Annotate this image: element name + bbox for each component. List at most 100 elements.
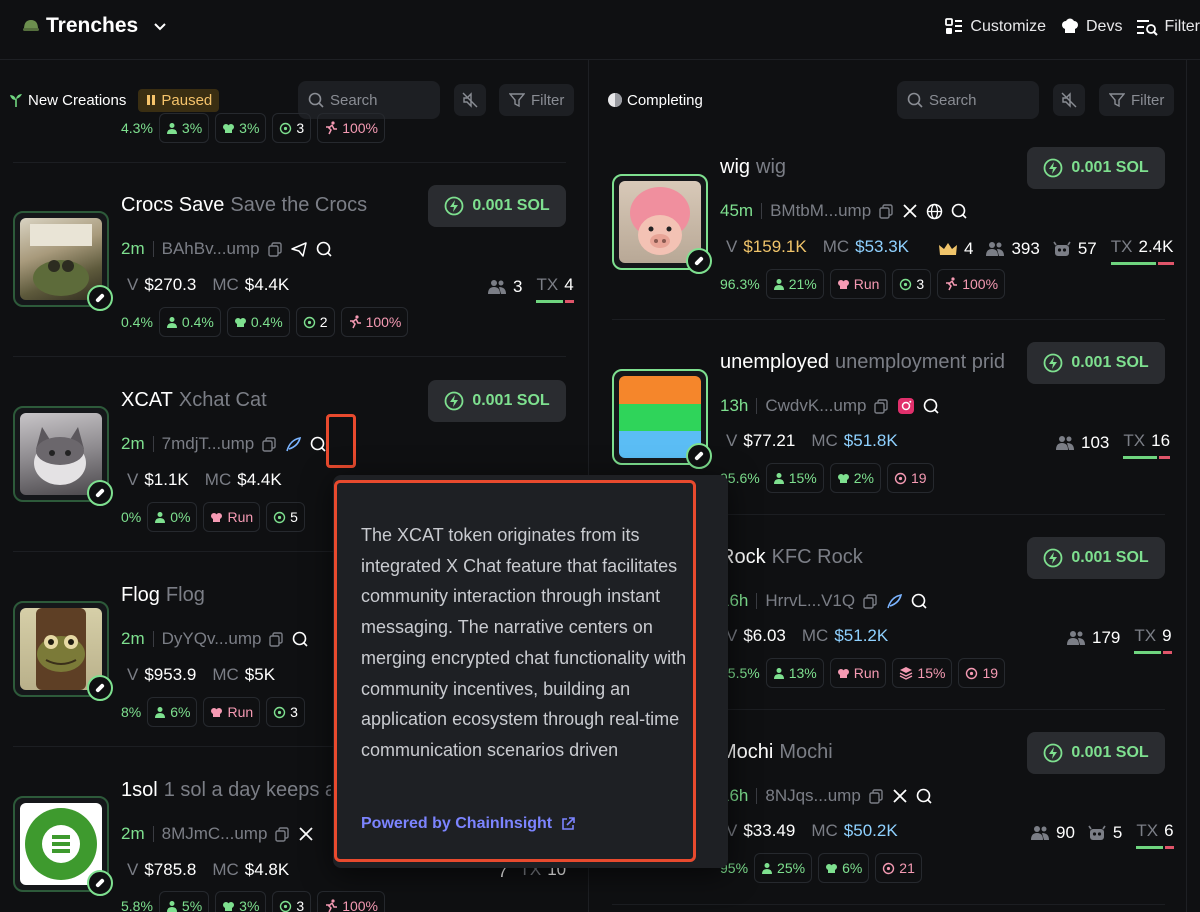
token-address[interactable]: 8MJmC...ump (162, 824, 268, 844)
copy-icon[interactable] (869, 788, 884, 804)
right-filter-button[interactable]: Filter (1099, 84, 1175, 116)
search-icon[interactable] (911, 593, 928, 610)
search-icon[interactable] (916, 788, 933, 805)
token-avatar[interactable] (13, 796, 113, 896)
copy-icon[interactable] (879, 203, 894, 219)
quick-buy-button[interactable]: 0.001 SOL (428, 380, 566, 422)
devs-button[interactable]: Devs (1060, 17, 1122, 37)
quick-buy-button[interactable]: 0.001 SOL (1027, 147, 1165, 189)
token-avatar[interactable] (13, 406, 113, 506)
paused-badge[interactable]: Paused (138, 88, 220, 112)
token-name[interactable]: XCAT Xchat Cat (121, 389, 267, 412)
token-price-row: V $785.8 MC $4.8K (127, 860, 290, 879)
holder-badge: 13% (765, 658, 824, 688)
dev-run-badge: Run (203, 697, 261, 727)
globe-icon[interactable] (926, 203, 943, 220)
customize-button[interactable]: Customize (944, 17, 1046, 37)
token-meta-row: 13h CwdvK...ump (720, 396, 940, 416)
instagram-icon[interactable] (897, 397, 915, 415)
chef-hat-icon (1060, 17, 1080, 37)
token-meta-row: 16h HrrvL...V1Q (720, 591, 928, 611)
highlight-box (326, 414, 356, 468)
powered-by-link[interactable]: Powered by ChainInsight (361, 815, 576, 833)
chef-hat-icon (222, 122, 235, 134)
token-address[interactable]: BAhBv...ump (162, 239, 260, 259)
dev-badge: 3% (215, 891, 267, 912)
x-icon[interactable] (902, 203, 918, 219)
token-avatar[interactable] (612, 369, 712, 469)
quick-buy-button[interactable]: 0.001 SOL (1027, 342, 1165, 384)
token-name[interactable]: Crocs Save Save the Crocs (121, 194, 367, 217)
token-badges: 95.6% 15% 2% 19 (720, 463, 934, 493)
bundle-badge: 15% (892, 658, 953, 688)
search-icon[interactable] (923, 398, 940, 415)
token-name[interactable]: Flog Flog (121, 584, 205, 607)
token-image (619, 376, 701, 458)
right-mute-button[interactable] (1053, 84, 1085, 116)
feather-icon[interactable] (285, 436, 302, 453)
search-icon (907, 92, 923, 108)
right-search-input[interactable]: Search (897, 81, 1039, 119)
token-image (20, 608, 102, 690)
token-name[interactable]: unemployed unemployment prid (720, 351, 1025, 374)
token-address[interactable]: CwdvK...ump (765, 396, 866, 416)
lightning-icon (1043, 743, 1063, 763)
search-placeholder: Search (330, 91, 378, 109)
token-avatar[interactable] (13, 601, 113, 701)
token-badges: 95.5% 13% Run 15% 19 (720, 658, 1006, 688)
left-mute-button[interactable] (454, 84, 486, 116)
holder-badge: 0% (147, 502, 198, 532)
bot-icon (1052, 241, 1072, 257)
filter-label: Filter (1131, 91, 1165, 109)
quick-buy-button[interactable]: 0.001 SOL (1027, 537, 1165, 579)
token-image (20, 803, 102, 885)
copy-icon[interactable] (275, 826, 290, 842)
copy-icon[interactable] (269, 631, 284, 647)
token-name[interactable]: Mochi Mochi (720, 741, 833, 764)
external-link-icon (560, 816, 576, 832)
buy-sell-bar (1134, 651, 1172, 654)
search-icon[interactable] (316, 241, 333, 258)
search-icon[interactable] (951, 203, 968, 220)
token-avatar[interactable] (13, 211, 113, 311)
trenches-dropdown[interactable]: Trenches (22, 14, 168, 38)
chef-hat-icon (837, 667, 850, 679)
token-badges: 8% 6% Run 3 (121, 697, 305, 727)
token-address[interactable]: 7mdjT...ump (162, 434, 255, 454)
quick-buy-button[interactable]: 0.001 SOL (1027, 732, 1165, 774)
search-icon[interactable] (310, 436, 327, 453)
token-name[interactable]: wig wig (720, 156, 786, 179)
copy-icon[interactable] (863, 593, 878, 609)
x-icon[interactable] (298, 826, 314, 842)
copy-icon[interactable] (874, 398, 889, 414)
copy-icon[interactable] (262, 436, 277, 452)
left-filter-button[interactable]: Filter (499, 84, 575, 116)
token-price-row: V $6.03 MC $51.2K (726, 626, 889, 645)
token-avatar[interactable] (612, 174, 712, 274)
telegram-icon[interactable] (290, 241, 308, 258)
copy-icon[interactable] (267, 241, 283, 257)
top10-value: 0% (121, 509, 142, 525)
filter-search-icon (1136, 17, 1159, 37)
top-filter-button[interactable]: Filter (1136, 17, 1200, 37)
search-icon[interactable] (292, 631, 309, 648)
token-address[interactable]: HrrvL...V1Q (765, 591, 855, 611)
token-name[interactable]: 1sol 1 sol a day keeps a (121, 779, 331, 802)
token-name[interactable]: Rock KFC Rock (720, 546, 863, 569)
scrollbar-track[interactable] (1186, 60, 1187, 912)
x-icon[interactable] (892, 788, 908, 804)
chef-hat-icon (837, 278, 850, 290)
pill-icon (87, 870, 113, 896)
mute-icon (1060, 91, 1078, 109)
volume-value: $785.8 (144, 860, 197, 879)
quick-buy-button[interactable]: 0.001 SOL (428, 185, 566, 227)
chef-hat-icon (210, 511, 223, 523)
feather-icon[interactable] (886, 593, 903, 610)
volume-value: $6.03 (743, 626, 786, 645)
token-address[interactable]: BMtbM...ump (770, 201, 871, 221)
volume-value: $270.3 (144, 275, 197, 294)
token-address[interactable]: DyYQv...ump (162, 629, 262, 649)
user-icon (154, 511, 166, 523)
narrative-description: The XCAT token originates from its integ… (361, 525, 687, 760)
token-address[interactable]: 8NJqs...ump (765, 786, 860, 806)
